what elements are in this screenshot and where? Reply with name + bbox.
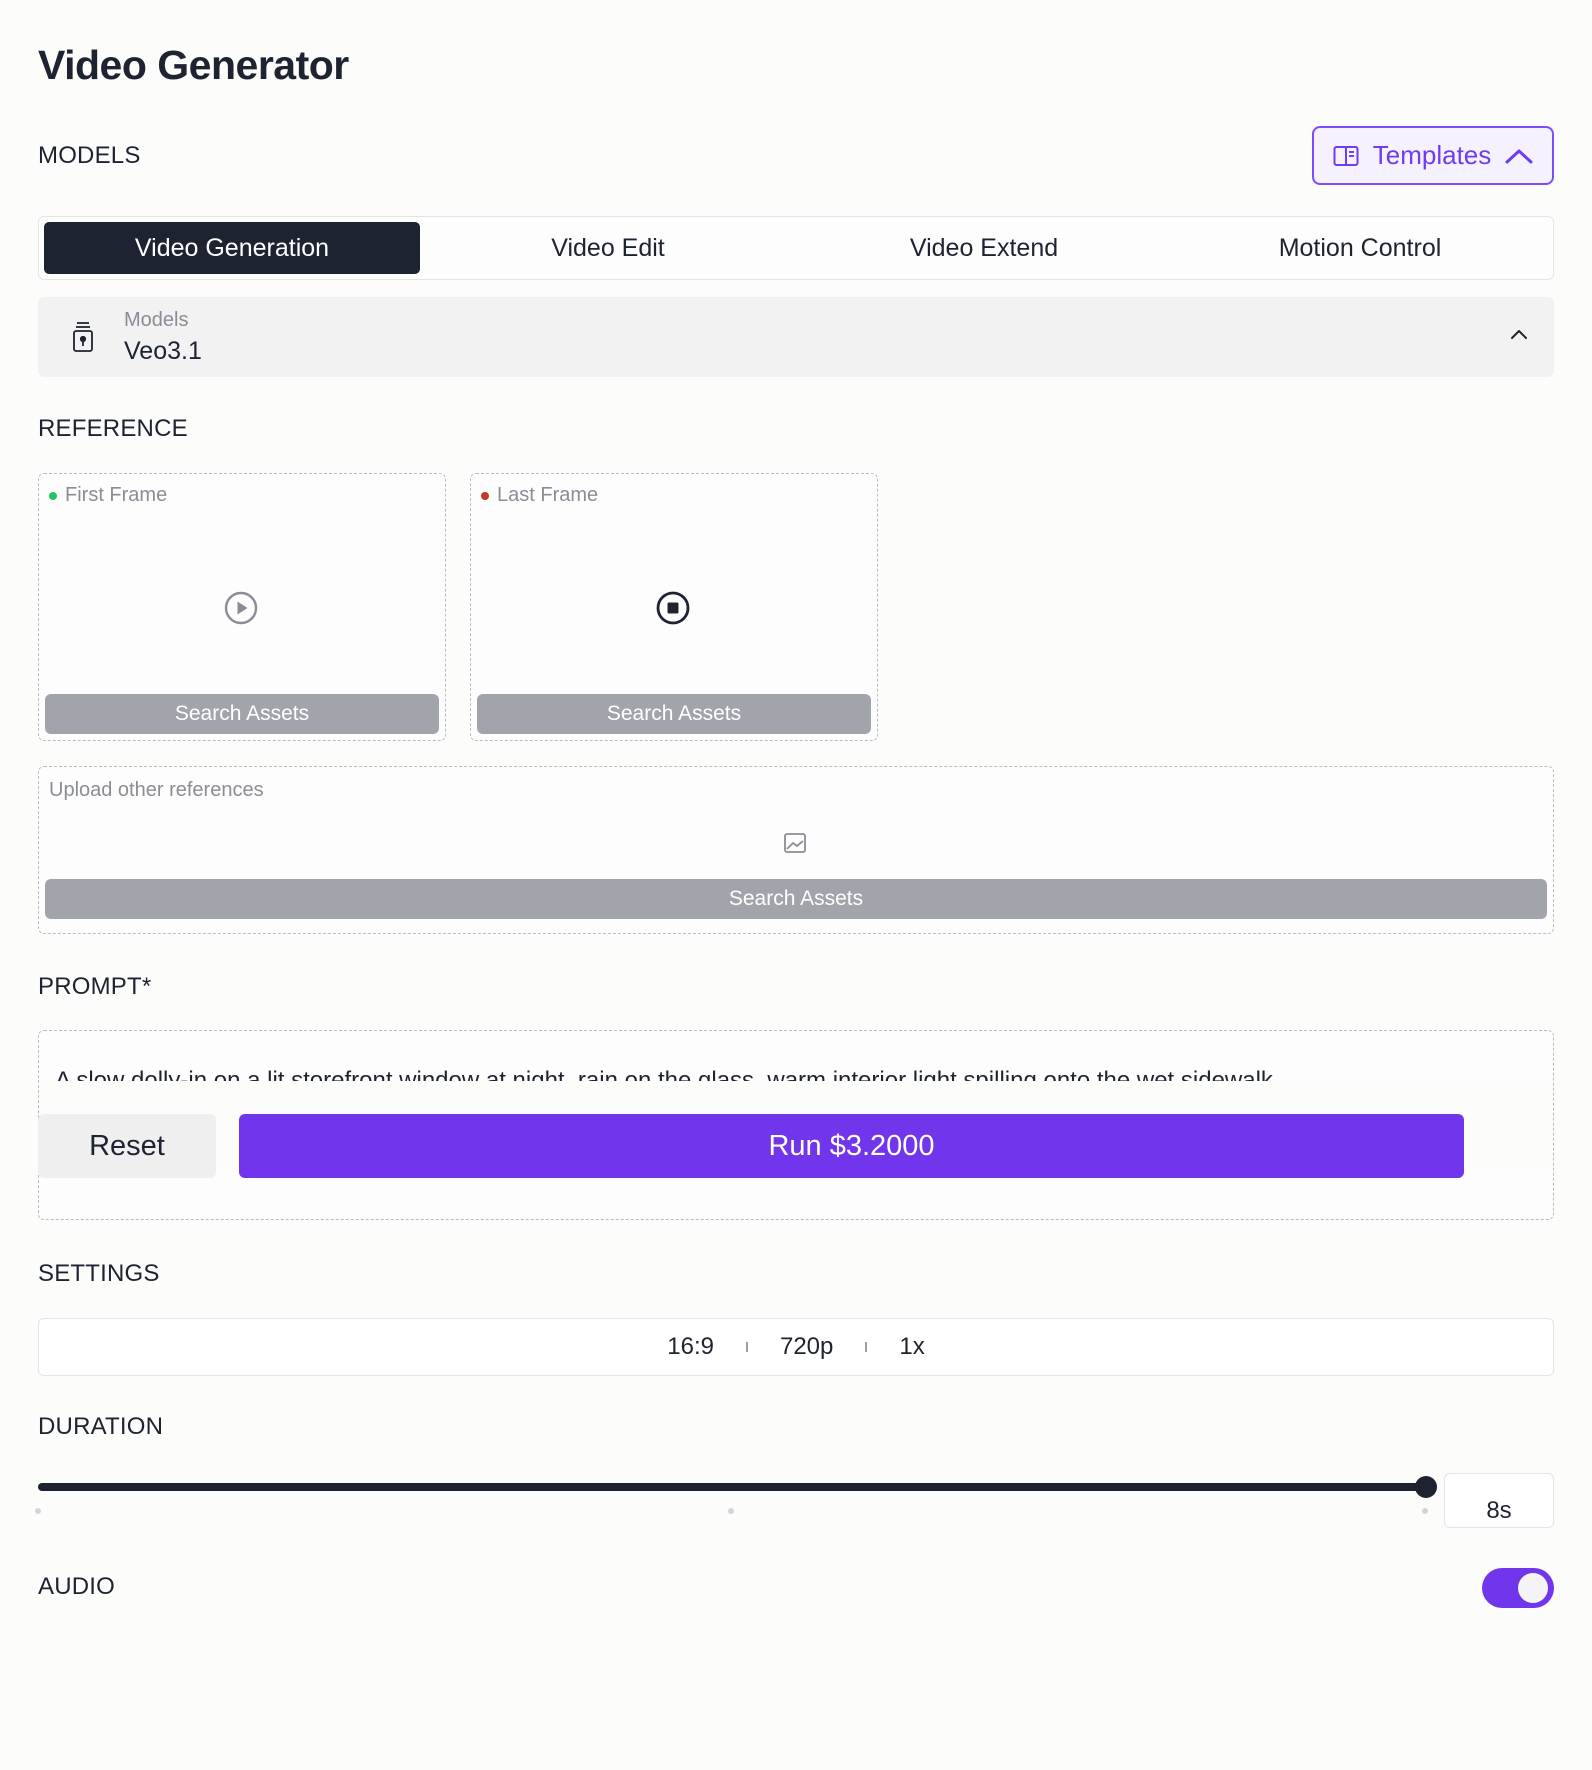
image-icon [783, 832, 807, 859]
upload-references-label: Upload other references [49, 779, 264, 801]
chevron-up-icon [1510, 327, 1528, 345]
duration-section-label: DURATION [38, 1413, 164, 1440]
model-select-label: Models [124, 309, 189, 331]
first-frame-search-assets-button[interactable]: Search Assets [45, 694, 439, 734]
slider-tick [35, 1508, 41, 1514]
references-search-assets-button[interactable]: Search Assets [45, 879, 1547, 919]
status-dot [481, 492, 489, 500]
tab-motion-control[interactable]: Motion Control [1172, 222, 1548, 274]
model-select-value: Veo3.1 [124, 337, 202, 365]
tab-video-edit[interactable]: Video Edit [420, 222, 796, 274]
reference-section-label: REFERENCE [38, 415, 188, 442]
stop-circle-icon[interactable] [655, 590, 691, 631]
tab-video-extend[interactable]: Video Extend [796, 222, 1172, 274]
first-frame-dropzone[interactable]: First Frame Search Assets [38, 473, 446, 741]
first-frame-label: First Frame [65, 484, 168, 506]
audio-toggle[interactable] [1482, 1568, 1554, 1608]
run-button[interactable]: Run $3.2000 [239, 1114, 1464, 1178]
last-frame-label: Last Frame [497, 484, 599, 506]
audio-section-label: AUDIO [38, 1573, 116, 1600]
status-dot [49, 492, 57, 500]
duration-slider-track[interactable] [38, 1483, 1428, 1491]
toggle-knob [1518, 1573, 1548, 1603]
chevron-up-icon [1505, 148, 1533, 164]
tab-video-generation[interactable]: Video Generation [44, 222, 420, 274]
upload-references-dropzone[interactable]: Upload other references Search Assets [38, 766, 1554, 934]
settings-section-label: SETTINGS [38, 1260, 160, 1287]
book-open-icon [1333, 145, 1359, 167]
aspect-ratio-setting[interactable]: 16:9 [635, 1333, 746, 1361]
video-generator-page: Video Generator MODELS Templates Video G… [0, 0, 1592, 1770]
last-frame-search-assets-button[interactable]: Search Assets [477, 694, 871, 734]
templates-label: Templates [1372, 140, 1492, 170]
reset-button[interactable]: Reset [38, 1114, 216, 1178]
play-circle-icon[interactable] [223, 590, 259, 631]
duration-input[interactable]: 8s [1444, 1473, 1554, 1528]
model-type-tabs: Video Generation Video Edit Video Extend… [38, 216, 1554, 280]
settings-bar: 16:9 720p 1x [38, 1318, 1554, 1376]
duration-slider-thumb[interactable] [1415, 1476, 1437, 1498]
prompt-text: A slow dolly-in on a lit storefront wind… [55, 1067, 1273, 1082]
model-bottle-icon [72, 321, 94, 358]
page-title: Video Generator [38, 42, 349, 88]
models-section-label: MODELS [38, 142, 141, 169]
model-select[interactable]: Models Veo3.1 [38, 297, 1554, 377]
templates-button[interactable]: Templates [1312, 126, 1554, 185]
slider-tick [728, 1508, 734, 1514]
slider-tick [1422, 1508, 1428, 1514]
resolution-setting[interactable]: 720p [748, 1333, 865, 1361]
count-setting[interactable]: 1x [867, 1333, 956, 1361]
last-frame-dropzone[interactable]: Last Frame Search Assets [470, 473, 878, 741]
prompt-section-label: PROMPT* [38, 973, 152, 1000]
